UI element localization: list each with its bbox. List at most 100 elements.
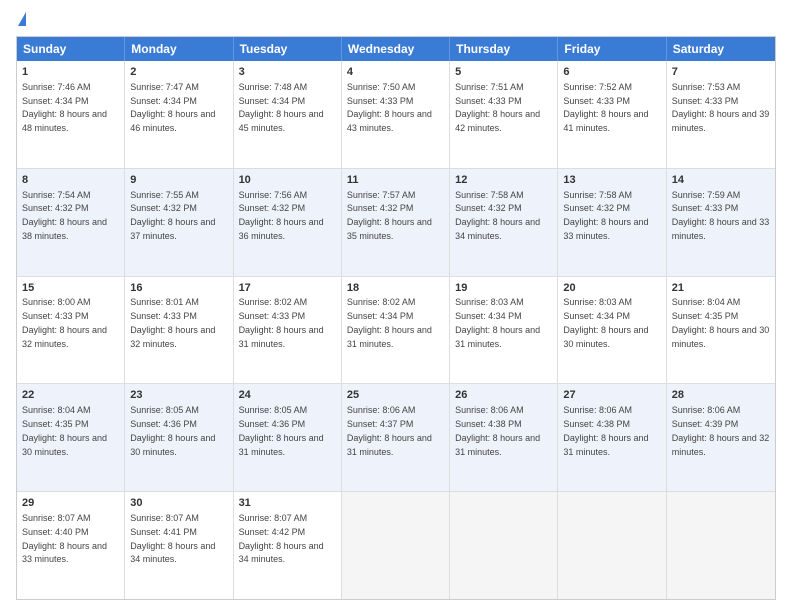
calendar-cell: 6Sunrise: 7:52 AMSunset: 4:33 PMDaylight… [558, 61, 666, 168]
calendar-cell: 22 Sunrise: 8:04 AMSunset: 4:35 PMDayligh… [17, 384, 125, 491]
calendar-cell: 5 Sunrise: 7:51 AMSunset: 4:33 PMDaylight… [450, 61, 558, 168]
day-number: 13 [563, 173, 660, 188]
calendar-row: 22 Sunrise: 8:04 AMSunset: 4:35 PMDayligh… [17, 384, 775, 492]
day-number: 3 [239, 65, 336, 80]
day-number: 5 [455, 65, 552, 80]
calendar-cell: 28Sunrise: 8:06 AMSunset: 4:39 PMDayligh… [667, 384, 775, 491]
cell-info: Sunrise: 8:07 AMSunset: 4:40 PMDaylight:… [22, 513, 107, 564]
cell-info: Sunrise: 8:05 AMSunset: 4:36 PMDaylight:… [239, 405, 324, 456]
cell-info: Sunrise: 7:54 AMSunset: 4:32 PMDaylight:… [22, 190, 107, 241]
cell-info: Sunrise: 8:06 AMSunset: 4:38 PMDaylight:… [455, 405, 540, 456]
cell-info: Sunrise: 8:07 AMSunset: 4:41 PMDaylight:… [130, 513, 215, 564]
cell-info: Sunrise: 7:46 AMSunset: 4:34 PMDaylight:… [22, 82, 107, 133]
day-number: 29 [22, 496, 119, 511]
logo [16, 12, 26, 28]
calendar-cell: 30 Sunrise: 8:07 AMSunset: 4:41 PMDayligh… [125, 492, 233, 599]
calendar: SundayMondayTuesdayWednesdayThursdayFrid… [16, 36, 776, 600]
calendar-row: 15Sunrise: 8:00 AMSunset: 4:33 PMDayligh… [17, 277, 775, 385]
cell-info: Sunrise: 7:52 AMSunset: 4:33 PMDaylight:… [563, 82, 648, 133]
calendar-cell: 16Sunrise: 8:01 AMSunset: 4:33 PMDayligh… [125, 277, 233, 384]
cell-info: Sunrise: 7:55 AMSunset: 4:32 PMDaylight:… [130, 190, 215, 241]
cell-info: Sunrise: 8:01 AMSunset: 4:33 PMDaylight:… [130, 297, 215, 348]
day-number: 26 [455, 388, 552, 403]
cell-info: Sunrise: 7:51 AMSunset: 4:33 PMDaylight:… [455, 82, 540, 133]
day-number: 21 [672, 281, 770, 296]
day-number: 12 [455, 173, 552, 188]
calendar-cell: 8Sunrise: 7:54 AMSunset: 4:32 PMDaylight… [17, 169, 125, 276]
calendar-cell: 3 Sunrise: 7:48 AMSunset: 4:34 PMDaylight… [234, 61, 342, 168]
day-number: 24 [239, 388, 336, 403]
cell-info: Sunrise: 7:59 AMSunset: 4:33 PMDaylight:… [672, 190, 770, 241]
day-number: 22 [22, 388, 119, 403]
calendar-cell: 14 Sunrise: 7:59 AMSunset: 4:33 PMDayligh… [667, 169, 775, 276]
cell-info: Sunrise: 8:06 AMSunset: 4:39 PMDaylight:… [672, 405, 770, 456]
calendar-cell: 18Sunrise: 8:02 AMSunset: 4:34 PMDayligh… [342, 277, 450, 384]
calendar-row: 29 Sunrise: 8:07 AMSunset: 4:40 PMDayligh… [17, 492, 775, 599]
day-number: 25 [347, 388, 444, 403]
header [16, 12, 776, 28]
day-number: 30 [130, 496, 227, 511]
cell-info: Sunrise: 8:05 AMSunset: 4:36 PMDaylight:… [130, 405, 215, 456]
day-number: 2 [130, 65, 227, 80]
calendar-cell: 15Sunrise: 8:00 AMSunset: 4:33 PMDayligh… [17, 277, 125, 384]
logo-triangle-icon [18, 12, 26, 26]
cell-info: Sunrise: 7:48 AMSunset: 4:34 PMDaylight:… [239, 82, 324, 133]
calendar-cell [558, 492, 666, 599]
cell-info: Sunrise: 8:03 AMSunset: 4:34 PMDaylight:… [455, 297, 540, 348]
calendar-cell: 12 Sunrise: 7:58 AMSunset: 4:32 PMDayligh… [450, 169, 558, 276]
day-number: 9 [130, 173, 227, 188]
cell-info: Sunrise: 8:02 AMSunset: 4:34 PMDaylight:… [347, 297, 432, 348]
header-day: Friday [558, 37, 666, 61]
page: SundayMondayTuesdayWednesdayThursdayFrid… [0, 0, 792, 612]
calendar-row: 1Sunrise: 7:46 AMSunset: 4:34 PMDaylight… [17, 61, 775, 169]
calendar-cell: 4 Sunrise: 7:50 AMSunset: 4:33 PMDaylight… [342, 61, 450, 168]
calendar-cell: 19Sunrise: 8:03 AMSunset: 4:34 PMDayligh… [450, 277, 558, 384]
cell-info: Sunrise: 7:58 AMSunset: 4:32 PMDaylight:… [563, 190, 648, 241]
cell-info: Sunrise: 7:50 AMSunset: 4:33 PMDaylight:… [347, 82, 432, 133]
calendar-cell: 20Sunrise: 8:03 AMSunset: 4:34 PMDayligh… [558, 277, 666, 384]
header-day: Saturday [667, 37, 775, 61]
day-number: 17 [239, 281, 336, 296]
header-day: Wednesday [342, 37, 450, 61]
cell-info: Sunrise: 7:58 AMSunset: 4:32 PMDaylight:… [455, 190, 540, 241]
calendar-header: SundayMondayTuesdayWednesdayThursdayFrid… [17, 37, 775, 61]
header-day: Monday [125, 37, 233, 61]
header-day: Thursday [450, 37, 558, 61]
cell-info: Sunrise: 8:02 AMSunset: 4:33 PMDaylight:… [239, 297, 324, 348]
calendar-cell: 24 Sunrise: 8:05 AMSunset: 4:36 PMDayligh… [234, 384, 342, 491]
day-number: 11 [347, 173, 444, 188]
cell-info: Sunrise: 7:53 AMSunset: 4:33 PMDaylight:… [672, 82, 770, 133]
day-number: 14 [672, 173, 770, 188]
day-number: 10 [239, 173, 336, 188]
day-number: 27 [563, 388, 660, 403]
header-day: Sunday [17, 37, 125, 61]
calendar-cell: 7 Sunrise: 7:53 AMSunset: 4:33 PMDaylight… [667, 61, 775, 168]
day-number: 4 [347, 65, 444, 80]
calendar-cell: 1Sunrise: 7:46 AMSunset: 4:34 PMDaylight… [17, 61, 125, 168]
cell-info: Sunrise: 7:57 AMSunset: 4:32 PMDaylight:… [347, 190, 432, 241]
calendar-cell: 25 Sunrise: 8:06 AMSunset: 4:37 PMDayligh… [342, 384, 450, 491]
calendar-cell: 11 Sunrise: 7:57 AMSunset: 4:32 PMDayligh… [342, 169, 450, 276]
calendar-cell: 17Sunrise: 8:02 AMSunset: 4:33 PMDayligh… [234, 277, 342, 384]
cell-info: Sunrise: 8:04 AMSunset: 4:35 PMDaylight:… [672, 297, 770, 348]
calendar-cell: 9 Sunrise: 7:55 AMSunset: 4:32 PMDaylight… [125, 169, 233, 276]
cell-info: Sunrise: 8:07 AMSunset: 4:42 PMDaylight:… [239, 513, 324, 564]
calendar-cell [450, 492, 558, 599]
day-number: 7 [672, 65, 770, 80]
cell-info: Sunrise: 8:04 AMSunset: 4:35 PMDaylight:… [22, 405, 107, 456]
day-number: 23 [130, 388, 227, 403]
day-number: 31 [239, 496, 336, 511]
calendar-cell: 27 Sunrise: 8:06 AMSunset: 4:38 PMDayligh… [558, 384, 666, 491]
calendar-cell: 23 Sunrise: 8:05 AMSunset: 4:36 PMDayligh… [125, 384, 233, 491]
calendar-cell [342, 492, 450, 599]
calendar-row: 8Sunrise: 7:54 AMSunset: 4:32 PMDaylight… [17, 169, 775, 277]
calendar-cell: 21Sunrise: 8:04 AMSunset: 4:35 PMDayligh… [667, 277, 775, 384]
cell-info: Sunrise: 8:03 AMSunset: 4:34 PMDaylight:… [563, 297, 648, 348]
cell-info: Sunrise: 7:47 AMSunset: 4:34 PMDaylight:… [130, 82, 215, 133]
calendar-cell: 31 Sunrise: 8:07 AMSunset: 4:42 PMDayligh… [234, 492, 342, 599]
cell-info: Sunrise: 8:06 AMSunset: 4:37 PMDaylight:… [347, 405, 432, 456]
cell-info: Sunrise: 8:06 AMSunset: 4:38 PMDaylight:… [563, 405, 648, 456]
day-number: 20 [563, 281, 660, 296]
calendar-cell [667, 492, 775, 599]
calendar-cell: 29 Sunrise: 8:07 AMSunset: 4:40 PMDayligh… [17, 492, 125, 599]
